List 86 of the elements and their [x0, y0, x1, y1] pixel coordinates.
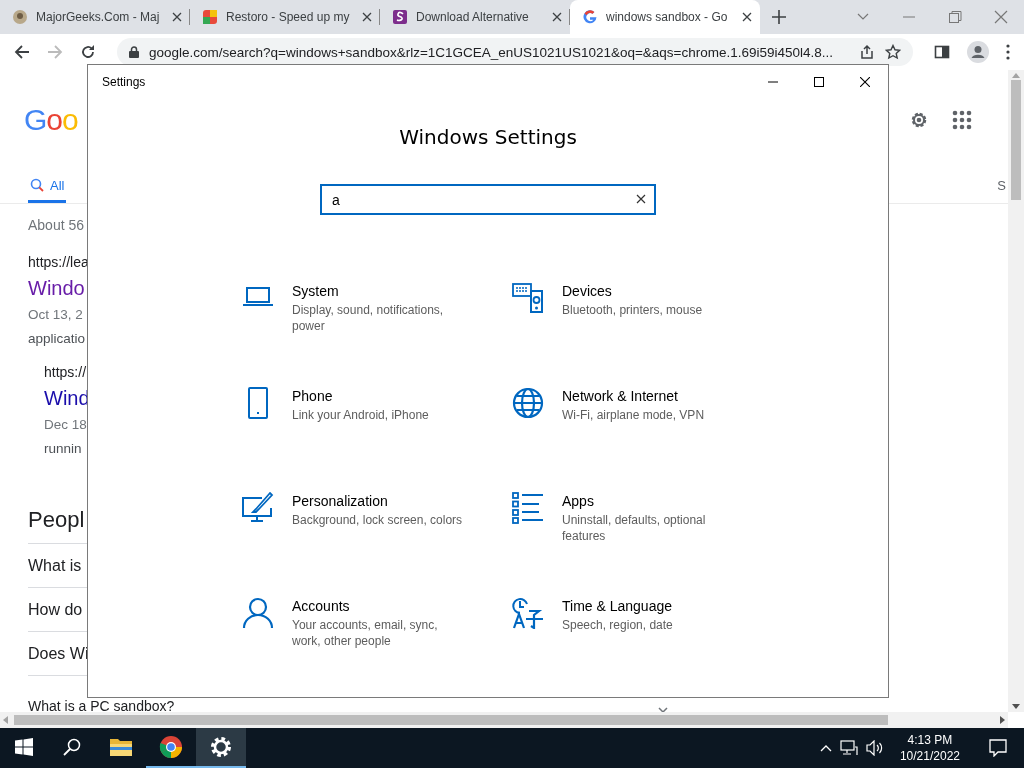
result-url: https://lea	[28, 253, 89, 271]
restore-icon[interactable]	[947, 9, 963, 25]
scroll-down-icon[interactable]	[1012, 704, 1020, 709]
globe-icon	[512, 387, 544, 419]
browser-tab[interactable]: MajorGeeks.Com - Maj	[0, 0, 190, 34]
share-icon[interactable]	[859, 44, 875, 60]
reload-icon[interactable]	[80, 44, 96, 60]
window-title: Settings	[102, 74, 147, 89]
monitor-brush-icon	[242, 492, 274, 524]
search-tab[interactable]: S	[995, 170, 1008, 203]
browser-tab[interactable]: windows sandbox - Go	[570, 0, 760, 34]
search-icon	[30, 178, 44, 192]
browser-tab[interactable]: Restoro - Speed up my	[190, 0, 380, 34]
taskbar-app[interactable]	[196, 728, 246, 768]
close-icon[interactable]	[552, 12, 562, 22]
search-icon	[63, 738, 81, 756]
section-heading: Peopl	[28, 507, 85, 533]
back-icon[interactable]	[14, 44, 30, 60]
result-snippet: runnin	[44, 440, 82, 458]
category-link[interactable]: Devices	[562, 283, 733, 299]
category-link[interactable]: Accounts	[292, 598, 463, 614]
keyboard-speaker-icon	[512, 282, 544, 314]
category-description: Background, lock screen, colors	[292, 512, 463, 528]
result-snippet: Oct 13, 2	[28, 306, 83, 324]
question-item[interactable]: What is a PC sandbox?	[28, 699, 175, 712]
horizontal-scrollbar[interactable]	[0, 712, 1008, 728]
question-item[interactable]: How do	[28, 600, 83, 619]
close-icon	[860, 76, 870, 87]
chevron-up-icon[interactable]	[819, 744, 832, 752]
gear-icon	[209, 735, 233, 759]
category-description: Speech, region, date	[562, 617, 674, 633]
result-link[interactable]: Windo	[28, 275, 85, 301]
maximize-icon	[814, 76, 824, 87]
favicon-icon	[12, 9, 28, 25]
question-item[interactable]: What is	[28, 556, 82, 575]
category-link[interactable]: System	[292, 283, 463, 299]
close-icon[interactable]	[742, 12, 752, 22]
favicon-icon	[392, 9, 408, 25]
result-snippet: applicatio	[28, 330, 86, 348]
favicon-icon	[202, 9, 218, 25]
network-icon[interactable]	[839, 740, 858, 756]
apps-grid-icon[interactable]	[952, 110, 972, 130]
list-icon	[512, 492, 544, 524]
windows-logo-icon	[15, 738, 33, 756]
clear-icon[interactable]	[636, 194, 646, 204]
question-item[interactable]: Does Wi	[28, 644, 89, 663]
category-description: Display, sound, notifications, power	[292, 302, 445, 334]
menu-icon[interactable]	[1006, 44, 1010, 60]
page-heading: Windows Settings	[399, 125, 577, 149]
side-panel-icon[interactable]	[934, 44, 950, 60]
category-link[interactable]: Phone	[292, 388, 463, 404]
category-description: Wi-Fi, airplane mode, VPN	[562, 407, 706, 423]
chevron-down-icon[interactable]	[658, 707, 668, 712]
result-snippet: Dec 18	[44, 416, 87, 434]
category-description: Uninstall, defaults, optional features	[562, 512, 707, 544]
result-count: About 56	[28, 217, 85, 233]
message-icon	[989, 739, 1007, 757]
address-bar[interactable]: google.com/search?q=windows+sandbox&rlz=1C1GCEA_enUS1021US1021&oq=&aqs=chrome.1.69i59i450l4.8...	[117, 38, 913, 66]
category-description: Link your Android, iPhone	[292, 407, 430, 423]
close-icon[interactable]	[172, 12, 182, 22]
category-link[interactable]: Apps	[562, 493, 733, 509]
star-icon[interactable]	[885, 44, 901, 60]
lock-icon	[129, 46, 139, 58]
google-logo[interactable]: Goo	[24, 103, 78, 137]
person-icon	[242, 597, 274, 629]
scrollbar-thumb[interactable]	[1011, 80, 1021, 200]
clock[interactable]: 4:13 PM 10/21/2022	[891, 732, 968, 764]
new-tab-icon[interactable]	[772, 10, 786, 24]
vertical-scrollbar[interactable]	[1008, 70, 1024, 712]
scrollbar-thumb[interactable]	[14, 715, 888, 725]
category-description: Your accounts, email, sync, work, other people	[292, 617, 439, 649]
category-link[interactable]: Personalization	[292, 493, 463, 509]
chrome-icon	[159, 735, 183, 759]
browser-tab[interactable]: Download Alternative	[380, 0, 570, 34]
search-field[interactable]: a	[320, 184, 656, 215]
favicon-icon	[582, 9, 598, 25]
category-link[interactable]: Network & Internet	[562, 388, 733, 404]
profile-icon[interactable]	[967, 41, 989, 63]
close-icon[interactable]	[362, 12, 372, 22]
category-description: Bluetooth, printers, mouse	[562, 302, 704, 318]
volume-icon[interactable]	[865, 740, 884, 756]
search-tab[interactable]: All	[28, 170, 67, 203]
category-link[interactable]: Time & Language	[562, 598, 733, 614]
clock-language-icon	[512, 597, 544, 629]
scroll-right-icon[interactable]	[1000, 716, 1005, 724]
result-url: https://	[44, 363, 87, 381]
